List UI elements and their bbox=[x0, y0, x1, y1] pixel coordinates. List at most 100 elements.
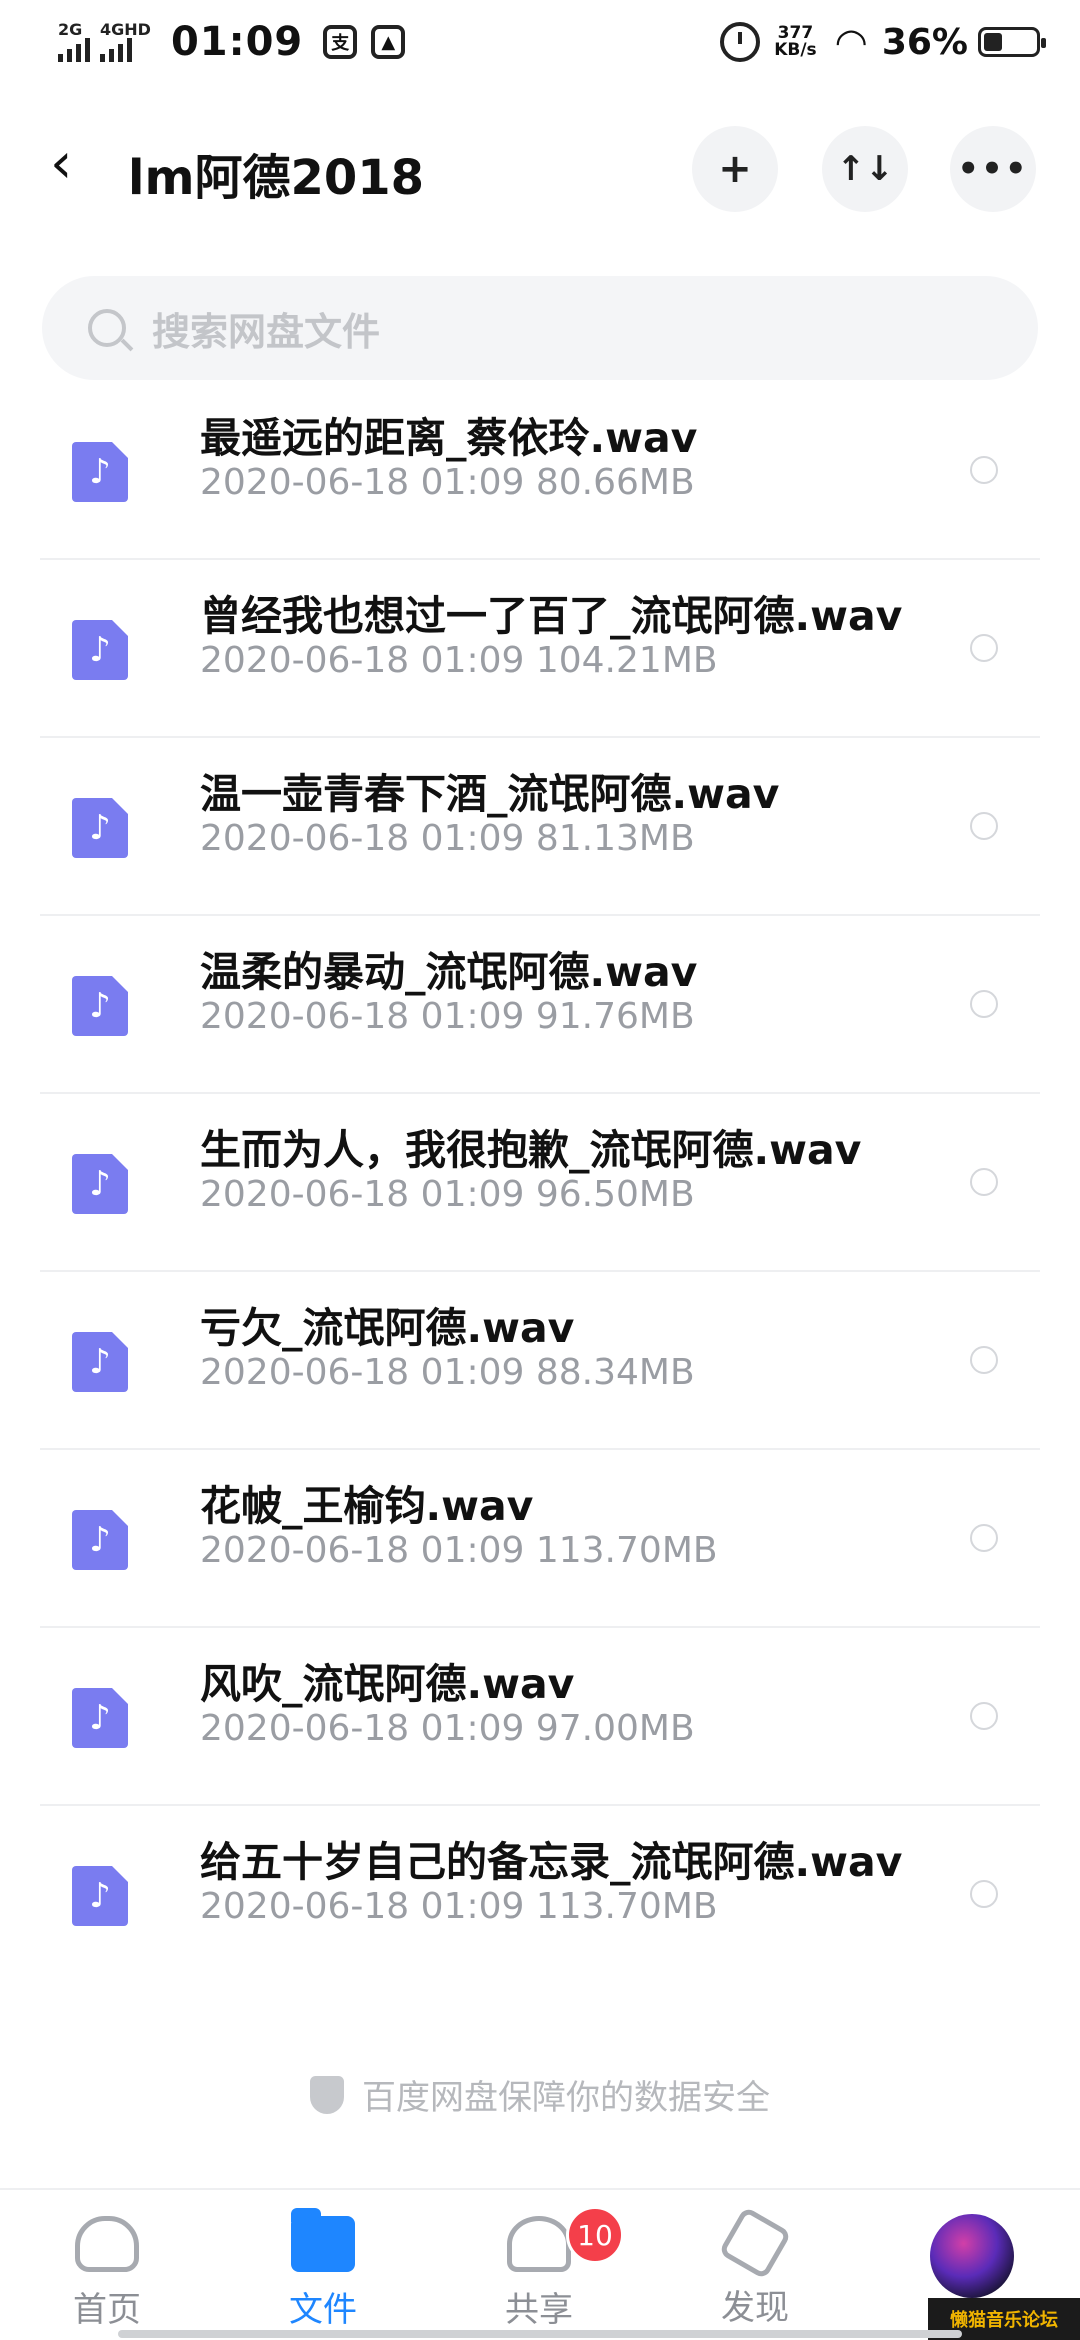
audio-file-icon: ♪ bbox=[72, 1688, 128, 1748]
home-indicator bbox=[118, 2330, 962, 2338]
sort-button[interactable]: ↑↓ bbox=[822, 126, 908, 212]
file-name: 最遥远的距离_蔡依玲.wav bbox=[200, 414, 698, 462]
file-meta: 2020-06-18 01:09 80.66MB bbox=[200, 462, 695, 503]
network-speed: 377 KB/s bbox=[774, 25, 816, 59]
add-button[interactable]: + bbox=[692, 126, 778, 212]
wifi-icon: ◠ bbox=[834, 20, 868, 64]
nav-discover[interactable]: 发现 bbox=[680, 2206, 830, 2329]
battery-icon bbox=[978, 27, 1046, 57]
shield-icon bbox=[310, 2075, 344, 2114]
search-input[interactable]: 搜索网盘文件 bbox=[42, 276, 1038, 380]
music-note-icon: ♪ bbox=[89, 1876, 111, 1916]
select-radio[interactable] bbox=[970, 456, 998, 484]
file-meta: 2020-06-18 01:09 104.21MB bbox=[200, 640, 718, 681]
file-name: 给五十岁自己的备忘录_流氓阿德.wav bbox=[200, 1838, 903, 1886]
signal-bars-icon bbox=[100, 38, 132, 62]
page-title: lm阿德2018 bbox=[128, 150, 425, 206]
select-radio[interactable] bbox=[970, 1702, 998, 1730]
avatar[interactable] bbox=[930, 2214, 1014, 2298]
battery-fill bbox=[984, 33, 1002, 51]
nav-files-label: 文件 bbox=[289, 2290, 357, 2330]
nav-home-label: 首页 bbox=[73, 2290, 141, 2330]
app-header: ‹ lm阿德2018 + ↑↓ ••• bbox=[0, 120, 1080, 216]
music-note-icon: ♪ bbox=[89, 808, 111, 848]
audio-file-icon: ♪ bbox=[72, 798, 128, 858]
audio-file-icon: ♪ bbox=[72, 1510, 128, 1570]
battery-percentage: 36% bbox=[881, 21, 968, 63]
music-note-icon: ♪ bbox=[89, 1698, 111, 1738]
audio-file-icon: ♪ bbox=[72, 442, 128, 502]
file-row[interactable]: ♪ 花帔_王榆钧.wav 2020-06-18 01:09 113.70MB bbox=[40, 1450, 1040, 1628]
select-radio[interactable] bbox=[970, 1880, 998, 1908]
nav-home[interactable]: 首页 bbox=[32, 2216, 182, 2331]
nav-files[interactable]: 文件 bbox=[248, 2208, 398, 2331]
file-meta: 2020-06-18 01:09 91.76MB bbox=[200, 996, 695, 1037]
signal-4g: 4GHD bbox=[100, 22, 151, 62]
search-placeholder: 搜索网盘文件 bbox=[152, 309, 381, 354]
signal-2g: 2G bbox=[58, 22, 90, 62]
clock: 01:09 bbox=[170, 19, 304, 65]
file-row[interactable]: ♪ 曾经我也想过一了百了_流氓阿德.wav 2020-06-18 01:09 104… bbox=[40, 560, 1040, 738]
file-row[interactable]: ♪ 风吹_流氓阿德.wav 2020-06-18 01:09 97.00MB bbox=[40, 1628, 1040, 1806]
speed-unit: KB/s bbox=[774, 40, 817, 60]
file-meta: 2020-06-18 01:09 97.00MB bbox=[200, 1708, 695, 1749]
audio-file-icon: ♪ bbox=[72, 1332, 128, 1392]
bottom-nav: 首页 文件 共享 10 发现 bbox=[0, 2188, 1080, 2340]
file-meta: 2020-06-18 01:09 81.13MB bbox=[200, 818, 695, 859]
security-note: 百度网盘保障你的数据安全 bbox=[0, 2070, 1080, 2119]
network-type-label: 2G bbox=[58, 20, 83, 39]
file-meta: 2020-06-18 01:09 88.34MB bbox=[200, 1352, 695, 1393]
people-icon bbox=[507, 2216, 571, 2272]
select-radio[interactable] bbox=[970, 1168, 998, 1196]
nav-discover-label: 发现 bbox=[721, 2288, 789, 2328]
status-left: 2G 4GHD 01:09 支 ▲ bbox=[58, 19, 419, 65]
more-options-button[interactable]: ••• bbox=[950, 126, 1036, 212]
music-note-icon: ♪ bbox=[89, 630, 111, 670]
select-radio[interactable] bbox=[970, 812, 998, 840]
file-name: 曾经我也想过一了百了_流氓阿德.wav bbox=[200, 592, 903, 640]
status-right: 377 KB/s ◠ 36% bbox=[720, 20, 1046, 64]
select-radio[interactable] bbox=[970, 1346, 998, 1374]
music-note-icon: ♪ bbox=[89, 452, 111, 492]
network-type-label: 4GHD bbox=[100, 20, 151, 39]
select-radio[interactable] bbox=[970, 634, 998, 662]
file-name: 风吹_流氓阿德.wav bbox=[200, 1660, 575, 1708]
select-radio[interactable] bbox=[970, 1524, 998, 1552]
file-row[interactable]: ♪ 温柔的暴动_流氓阿德.wav 2020-06-18 01:09 91.76MB bbox=[40, 916, 1040, 1094]
compass-icon bbox=[718, 2206, 792, 2280]
back-icon[interactable]: ‹ bbox=[50, 136, 100, 192]
audio-file-icon: ♪ bbox=[72, 1154, 128, 1214]
audio-file-icon: ♪ bbox=[72, 620, 128, 680]
file-row[interactable]: ♪ 温一壶青春下酒_流氓阿德.wav 2020-06-18 01:09 81.13M… bbox=[40, 738, 1040, 916]
notification-image-icon: ▲ bbox=[371, 25, 406, 59]
share-badge: 10 bbox=[566, 2206, 624, 2264]
file-meta: 2020-06-18 01:09 113.70MB bbox=[200, 1530, 718, 1571]
notification-app-icon: 支 bbox=[323, 25, 358, 59]
audio-file-icon: ♪ bbox=[72, 976, 128, 1036]
file-meta: 2020-06-18 01:09 113.70MB bbox=[200, 1886, 718, 1927]
signal-bars-icon bbox=[58, 38, 90, 62]
cloud-icon bbox=[75, 2216, 139, 2272]
file-name: 温一壶青春下酒_流氓阿德.wav bbox=[200, 770, 780, 818]
file-name: 温柔的暴动_流氓阿德.wav bbox=[200, 948, 698, 996]
music-note-icon: ♪ bbox=[89, 1164, 111, 1204]
folder-icon bbox=[291, 2208, 355, 2272]
status-bar: 2G 4GHD 01:09 支 ▲ 377 KB/s ◠ 36% bbox=[0, 0, 1080, 84]
alarm-icon bbox=[720, 22, 761, 62]
file-list: ♪ 最遥远的距离_蔡依玲.wav 2020-06-18 01:09 80.66MB ♪… bbox=[40, 382, 1040, 1984]
file-name: 生而为人，我很抱歉_流氓阿德.wav bbox=[200, 1126, 862, 1174]
music-note-icon: ♪ bbox=[89, 1342, 111, 1382]
file-row[interactable]: ♪ 生而为人，我很抱歉_流氓阿德.wav 2020-06-18 01:09 96.5… bbox=[40, 1094, 1040, 1272]
select-radio[interactable] bbox=[970, 990, 998, 1018]
file-row[interactable]: ♪ 最遥远的距离_蔡依玲.wav 2020-06-18 01:09 80.66MB bbox=[40, 382, 1040, 560]
file-row[interactable]: ♪ 亏欠_流氓阿德.wav 2020-06-18 01:09 88.34MB bbox=[40, 1272, 1040, 1450]
search-icon bbox=[88, 309, 126, 347]
file-name: 亏欠_流氓阿德.wav bbox=[200, 1304, 575, 1352]
file-name: 花帔_王榆钧.wav bbox=[200, 1482, 534, 1530]
audio-file-icon: ♪ bbox=[72, 1866, 128, 1926]
nav-share-label: 共享 bbox=[505, 2290, 573, 2330]
file-meta: 2020-06-18 01:09 96.50MB bbox=[200, 1174, 695, 1215]
security-note-text: 百度网盘保障你的数据安全 bbox=[362, 2078, 770, 2118]
music-note-icon: ♪ bbox=[89, 986, 111, 1026]
file-row[interactable]: ♪ 给五十岁自己的备忘录_流氓阿德.wav 2020-06-18 01:09 113… bbox=[40, 1806, 1040, 1984]
